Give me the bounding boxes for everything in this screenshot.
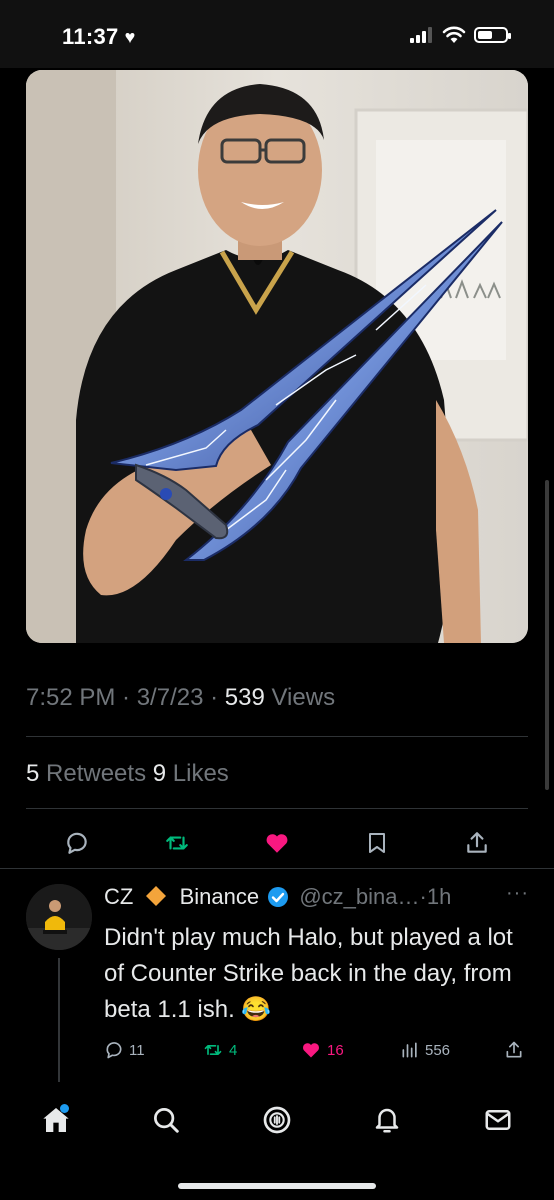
verified-badge-icon bbox=[268, 887, 289, 907]
bookmark-icon bbox=[369, 833, 385, 853]
tab-notifications[interactable] bbox=[367, 1100, 407, 1140]
author-handle-time[interactable]: @cz_bina…·1h bbox=[299, 884, 451, 909]
tweet-meta: 7:52 PM · 3/7/23 · 539 Views bbox=[26, 684, 335, 712]
likes-count[interactable]: 9 bbox=[153, 760, 166, 787]
reply-header[interactable]: CZ Binance @cz_bina…·1h bbox=[104, 884, 451, 910]
divider bbox=[0, 868, 554, 869]
tab-spaces[interactable] bbox=[257, 1100, 297, 1140]
thread-line bbox=[58, 958, 60, 1082]
avatar-image bbox=[26, 884, 92, 950]
tab-home[interactable] bbox=[36, 1100, 76, 1140]
status-bar: 11:37 ♥ bbox=[0, 0, 554, 68]
divider bbox=[26, 808, 528, 809]
reply-icon bbox=[67, 832, 87, 854]
reply-action-row: 11 4 16 556 bbox=[104, 1040, 534, 1062]
reply-retweet-count: 4 bbox=[229, 1041, 238, 1059]
scrollbar[interactable] bbox=[545, 480, 549, 790]
retweets-count[interactable]: 5 bbox=[26, 760, 39, 787]
reply-views-button[interactable]: 556 bbox=[400, 1040, 450, 1060]
retweets-label[interactable]: Retweets bbox=[39, 760, 152, 787]
retweet-icon bbox=[204, 1045, 222, 1055]
author-name-suffix[interactable]: Binance bbox=[180, 884, 260, 909]
reply-share-button[interactable] bbox=[504, 1040, 524, 1060]
like-icon bbox=[302, 1043, 320, 1058]
tab-messages[interactable] bbox=[478, 1100, 518, 1140]
bookmark-button[interactable] bbox=[360, 826, 394, 860]
tweet-timestamp: 7:52 PM · 3/7/23 · bbox=[26, 684, 225, 711]
share-icon bbox=[506, 1041, 522, 1058]
tweet-engagement: 5 Retweets 9 Likes bbox=[26, 760, 229, 788]
battery-icon bbox=[474, 27, 511, 43]
notifications-bell-icon bbox=[375, 1108, 399, 1133]
reply-like-button[interactable]: 16 bbox=[300, 1040, 344, 1060]
spaces-icon bbox=[263, 1106, 291, 1134]
status-icons bbox=[410, 26, 511, 44]
share-button[interactable] bbox=[460, 826, 494, 860]
views-count: 539 bbox=[224, 684, 265, 711]
reply-reply-count: 11 bbox=[129, 1041, 145, 1059]
retweet-button[interactable] bbox=[160, 826, 194, 860]
share-icon bbox=[467, 832, 487, 853]
search-icon bbox=[154, 1108, 179, 1133]
home-indicator[interactable] bbox=[178, 1183, 376, 1189]
notification-dot bbox=[60, 1104, 69, 1113]
tweet-action-row bbox=[26, 826, 528, 860]
tab-search[interactable] bbox=[146, 1100, 186, 1140]
signal-icon bbox=[410, 27, 432, 43]
views-label: Views bbox=[264, 684, 336, 711]
reply-button[interactable] bbox=[60, 826, 94, 860]
likes-label[interactable]: Likes bbox=[166, 760, 229, 787]
binance-diamond-icon bbox=[146, 886, 167, 906]
battery-level bbox=[478, 31, 492, 39]
divider bbox=[26, 736, 528, 737]
author-name[interactable]: CZ bbox=[104, 884, 133, 909]
reply-reply-button[interactable]: 11 bbox=[104, 1040, 145, 1060]
reply-views-count: 556 bbox=[425, 1041, 451, 1059]
tweet-media-image[interactable] bbox=[26, 70, 528, 643]
views-bar-chart-icon bbox=[402, 1042, 417, 1058]
heart-icon: ♥ bbox=[124, 27, 136, 47]
status-time: 11:37 ♥ bbox=[62, 24, 136, 50]
more-options-icon[interactable]: ··· bbox=[506, 882, 529, 905]
reply-text: Didn't play much Halo, but played a lot … bbox=[104, 924, 513, 1023]
like-icon bbox=[266, 834, 288, 853]
like-button[interactable] bbox=[260, 826, 294, 860]
status-time-text: 11:37 bbox=[62, 24, 119, 49]
wifi-icon bbox=[442, 26, 466, 43]
photo-illustration bbox=[26, 70, 528, 643]
messages-envelope-icon bbox=[485, 1110, 511, 1130]
reply-icon bbox=[106, 1042, 122, 1059]
reply-retweet-button[interactable]: 4 bbox=[202, 1040, 237, 1060]
reply-like-count: 16 bbox=[327, 1041, 344, 1059]
retweet-icon bbox=[166, 836, 188, 850]
avatar[interactable] bbox=[26, 884, 92, 950]
